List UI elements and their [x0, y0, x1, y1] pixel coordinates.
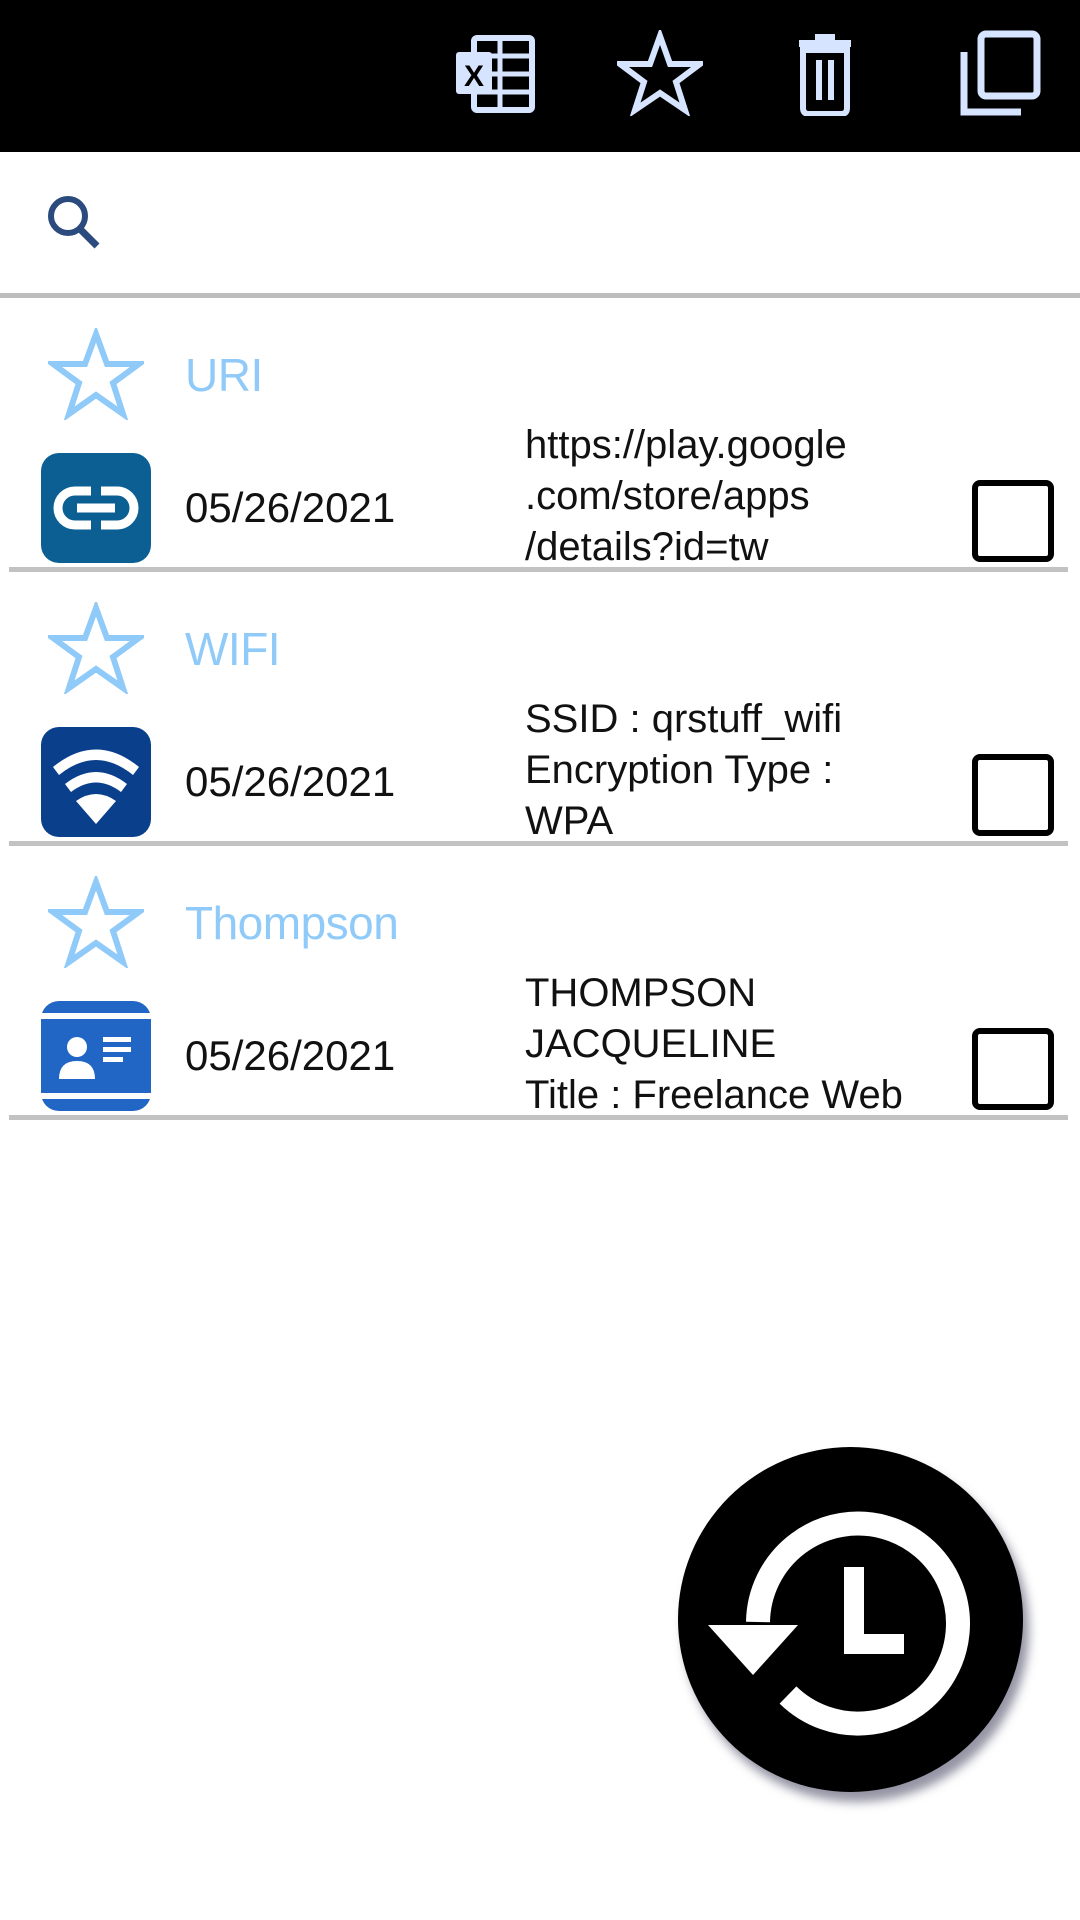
link-icon [41, 453, 151, 563]
item-title: URI [185, 349, 263, 401]
search-input[interactable] [130, 182, 1034, 264]
favorite-star-icon[interactable] [48, 602, 144, 694]
excel-icon: X [456, 35, 535, 113]
item-title: Thompson [185, 897, 399, 949]
history-list: URI 05/26/2021 https://play.google .com/… [0, 298, 1080, 1120]
search-icon[interactable] [44, 192, 110, 258]
row-divider [9, 1115, 1068, 1120]
star-outline-icon [617, 30, 703, 116]
delete-button[interactable] [775, 18, 885, 128]
history-item[interactable]: WIFI 05/26/2021 SSID : qrstuff_wifi Encr… [0, 572, 1080, 846]
contact-card-icon [41, 1001, 151, 1111]
select-all-button[interactable] [945, 18, 1055, 128]
top-toolbar: X [0, 0, 1080, 152]
item-checkbox[interactable] [972, 754, 1054, 836]
favorites-button[interactable] [605, 18, 715, 128]
history-item[interactable]: Thompson 05/26/2021 THOMPSON JACQUELINE … [0, 846, 1080, 1120]
favorite-star-icon[interactable] [48, 876, 144, 968]
item-content: SSID : qrstuff_wifi Encryption Type : WP… [525, 697, 843, 843]
trash-icon [799, 34, 851, 116]
export-excel-button[interactable]: X [440, 18, 550, 128]
item-checkbox[interactable] [972, 1028, 1054, 1110]
wifi-icon [41, 727, 151, 837]
search-bar [0, 152, 1080, 295]
item-date: 05/26/2021 [185, 484, 396, 531]
item-date: 05/26/2021 [185, 1032, 396, 1079]
item-checkbox[interactable] [972, 480, 1054, 562]
item-date: 05/26/2021 [185, 758, 396, 805]
copy-icon [960, 30, 1041, 116]
history-icon [708, 1511, 970, 1736]
item-content: THOMPSON JACQUELINE Title : Freelance We… [525, 971, 903, 1117]
history-item[interactable]: URI 05/26/2021 https://play.google .com/… [0, 298, 1080, 572]
history-fab-button[interactable] [678, 1447, 1023, 1792]
svg-text:X: X [464, 60, 484, 93]
item-content: https://play.google .com/store/apps /det… [525, 423, 847, 569]
item-title: WIFI [185, 623, 281, 675]
favorite-star-icon[interactable] [48, 328, 144, 420]
